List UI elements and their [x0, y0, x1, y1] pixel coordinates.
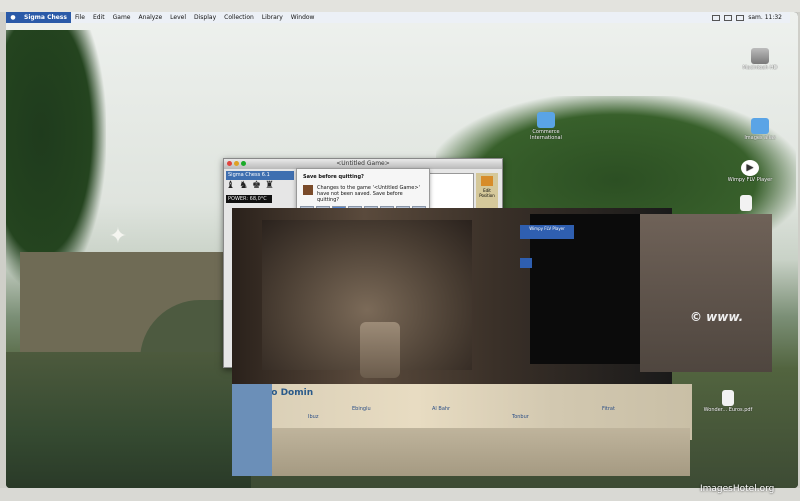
monitor-bezel-top — [0, 0, 800, 12]
desktop-icon-label: Wimpy FLV Player — [727, 177, 773, 183]
knight-icon[interactable]: ♞ — [239, 181, 249, 191]
rook-icon[interactable]: ♜ — [265, 181, 275, 191]
edit-position-icon — [481, 176, 493, 186]
desktop-icon-label: Commerce International — [530, 129, 562, 141]
menu-level[interactable]: Level — [166, 12, 190, 23]
site-watermark: ImagesHotel.org — [700, 484, 775, 494]
menu-collection[interactable]: Collection — [220, 12, 258, 23]
map-label: Fitrat — [602, 406, 615, 412]
desktop-icon-images-alias[interactable]: Images alias — [730, 118, 790, 141]
menu-window[interactable]: Window — [287, 12, 319, 23]
folder-icon — [537, 112, 555, 128]
king-icon[interactable]: ♚ — [252, 181, 262, 191]
desktop-icon-label: Images alias — [744, 135, 776, 141]
desktop-icon-label: Wonder... Euros.pdf — [703, 407, 753, 413]
monitor-bezel-bottom — [0, 488, 800, 501]
close-icon[interactable] — [227, 161, 232, 166]
minimize-icon[interactable] — [234, 161, 239, 166]
dialog-message: Changes to the game '<Untitled Game>' ha… — [317, 185, 420, 203]
bishop-icon[interactable]: ♝ — [226, 181, 236, 191]
edit-position-button[interactable]: Edit Position — [476, 173, 498, 209]
statue-image — [360, 322, 400, 378]
hard-drive-icon — [751, 48, 769, 64]
wallpaper-tree-left — [6, 30, 106, 290]
window-title: <Untitled Game> — [336, 160, 390, 167]
document-icon — [722, 390, 734, 406]
document-icon — [740, 195, 752, 211]
power-readout: POWER: 68,0°C — [226, 195, 272, 203]
map-label: Tonbur — [512, 414, 529, 420]
apple-menu-icon[interactable]: ● — [6, 12, 20, 23]
window-controls — [227, 161, 246, 166]
menu-file[interactable]: File — [71, 12, 89, 23]
map-label: Al Bahr — [432, 406, 451, 412]
blue-strip — [232, 384, 272, 476]
engine-panel-title: Sigma Chess 6.1 — [226, 171, 294, 180]
finder-label-wimpy[interactable]: Wimpy FLV Player — [520, 225, 574, 239]
menubar-clock[interactable]: sam. 11:32 — [748, 12, 782, 23]
finder-label-small[interactable] — [520, 258, 532, 268]
play-icon: ▶ — [741, 160, 759, 176]
menu-display[interactable]: Display — [190, 12, 220, 23]
wallpaper-lamp-icon: ✦ — [108, 224, 128, 249]
edit-position-label: Edit Position — [479, 188, 495, 198]
desktop-icon-wimpy-flv-player[interactable]: ▶ Wimpy FLV Player — [720, 160, 780, 183]
photo-watermark: © www. — [690, 310, 744, 324]
desktop-icon-label: Macintosh HD — [742, 65, 778, 71]
desktop-icon-pdf[interactable]: Wonder... Euros.pdf — [698, 390, 758, 413]
piece-palette: ♝ ♞ ♚ ♜ — [226, 181, 275, 191]
battery-icon[interactable] — [712, 14, 721, 21]
sand-strip — [270, 428, 690, 476]
move-list[interactable] — [424, 173, 474, 211]
folder-icon — [751, 118, 769, 134]
zoom-icon[interactable] — [241, 161, 246, 166]
wallpaper-water — [6, 352, 251, 488]
desktop-icon-macintosh-hd[interactable]: Macintosh HD — [730, 48, 790, 71]
desktop-icon-document[interactable] — [716, 195, 776, 212]
volume-icon[interactable] — [724, 14, 733, 21]
menu-bar: ● Sigma Chess File Edit Game Analyze Lev… — [6, 12, 790, 23]
menu-edit[interactable]: Edit — [89, 12, 109, 23]
menu-library[interactable]: Library — [258, 12, 287, 23]
menu-game[interactable]: Game — [109, 12, 135, 23]
glitch-stone-layer — [640, 214, 772, 372]
wifi-icon[interactable] — [736, 14, 745, 21]
menubar-status-area: sam. 11:32 — [712, 12, 790, 23]
desktop-icon-commerce[interactable]: Commerce International — [516, 112, 576, 141]
menu-app-name[interactable]: Sigma Chess — [20, 12, 71, 23]
dialog-heading: Save before quitting? — [303, 174, 364, 180]
map-label: Ibuz — [308, 414, 319, 420]
map-label: Ebinglu — [352, 406, 371, 412]
menu-analyze[interactable]: Analyze — [135, 12, 167, 23]
app-icon — [303, 185, 313, 195]
